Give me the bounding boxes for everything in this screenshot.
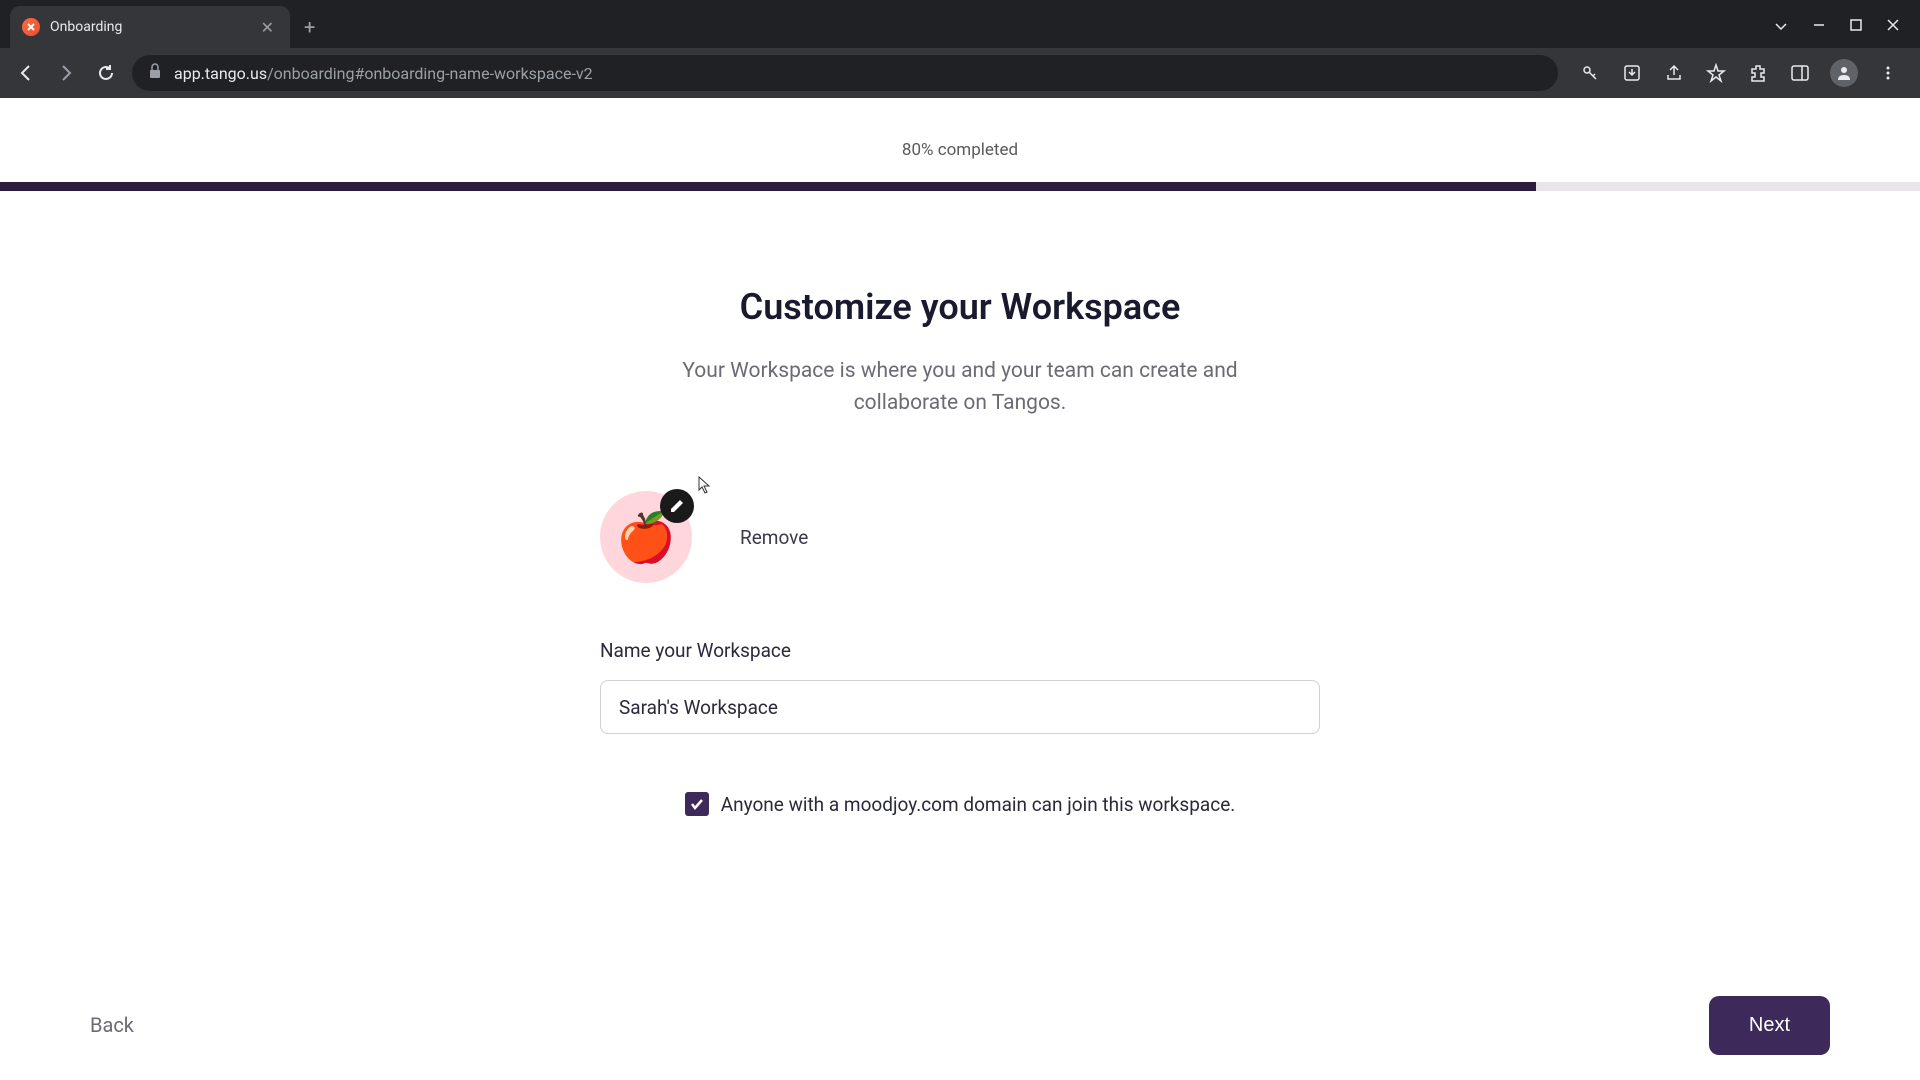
url-path: /onboarding#onboarding-name-workspace-v2 [267, 64, 593, 83]
page-subtitle: Your Workspace is where you and your tea… [650, 356, 1270, 419]
domain-join-row: Anyone with a moodjoy.com domain can joi… [600, 792, 1320, 816]
window-controls [1774, 6, 1920, 48]
domain-join-checkbox[interactable] [685, 792, 709, 816]
toolbar-actions [1570, 59, 1908, 87]
maximize-icon[interactable] [1850, 19, 1862, 35]
workspace-name-label: Name your Workspace [600, 639, 1320, 662]
url-text: app.tango.us/onboarding#onboarding-name-… [174, 64, 593, 83]
lock-icon [148, 63, 162, 83]
avatar-container: 🍎 [600, 491, 692, 583]
main-content: Customize your Workspace Your Workspace … [570, 191, 1350, 816]
close-window-icon[interactable] [1886, 18, 1900, 36]
progress-fill [0, 182, 1536, 191]
back-nav-icon[interactable] [12, 59, 40, 87]
remove-avatar-link[interactable]: Remove [740, 526, 808, 549]
url-host: app.tango.us [174, 64, 267, 83]
address-bar[interactable]: app.tango.us/onboarding#onboarding-name-… [132, 55, 1558, 91]
tabs-dropdown-icon[interactable] [1774, 19, 1788, 35]
install-icon[interactable] [1620, 61, 1644, 85]
forward-nav-icon[interactable] [52, 59, 80, 87]
minimize-icon[interactable] [1812, 18, 1826, 36]
domain-join-label: Anyone with a moodjoy.com domain can joi… [721, 793, 1236, 816]
profile-icon[interactable] [1830, 59, 1858, 87]
edit-avatar-button[interactable] [660, 489, 694, 523]
tab-favicon-icon [22, 18, 40, 36]
workspace-name-input[interactable] [600, 680, 1320, 734]
share-icon[interactable] [1662, 61, 1686, 85]
new-tab-button[interactable]: + [290, 6, 329, 48]
checkmark-icon [689, 796, 705, 812]
close-tab-icon[interactable]: ✕ [257, 14, 278, 41]
browser-tab[interactable]: Onboarding ✕ [10, 6, 290, 48]
menu-icon[interactable] [1876, 61, 1900, 85]
key-icon[interactable] [1578, 61, 1602, 85]
browser-tab-strip: Onboarding ✕ + [0, 0, 1920, 48]
extensions-icon[interactable] [1746, 61, 1770, 85]
pencil-icon [669, 498, 685, 514]
progress-label: 80% completed [0, 98, 1920, 160]
footer-nav: Back Next [0, 970, 1920, 1080]
page-content: 80% completed Customize your Workspace Y… [0, 98, 1920, 1080]
star-icon[interactable] [1704, 61, 1728, 85]
reload-icon[interactable] [92, 59, 120, 87]
next-button[interactable]: Next [1709, 996, 1830, 1055]
back-button[interactable]: Back [90, 1013, 134, 1037]
workspace-form: 🍎 Remove Name your Workspace Anyone with… [570, 491, 1350, 816]
progress-bar [0, 182, 1920, 191]
sidepanel-icon[interactable] [1788, 61, 1812, 85]
tab-title: Onboarding [50, 19, 257, 35]
browser-toolbar: app.tango.us/onboarding#onboarding-name-… [0, 48, 1920, 98]
avatar-row: 🍎 Remove [600, 491, 1320, 583]
page-title: Customize your Workspace [570, 286, 1350, 328]
